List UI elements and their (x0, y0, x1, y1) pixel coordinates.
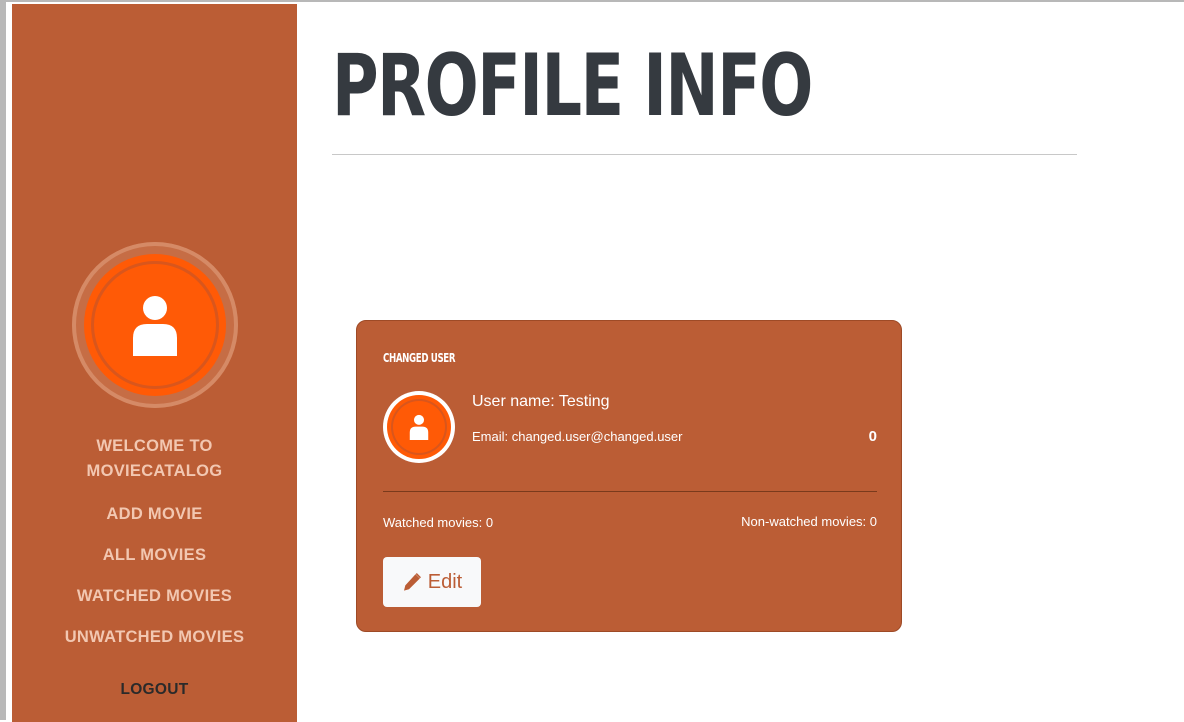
profile-avatar (383, 391, 455, 463)
sidebar-item-watched-movies[interactable]: WATCHED MOVIES (12, 584, 297, 609)
welcome-line-1: WELCOME TO (96, 437, 213, 455)
app-window: WELCOME TO MOVIECATALOG ADD MOVIE ALL MO… (0, 0, 1184, 722)
sidebar: WELCOME TO MOVIECATALOG ADD MOVIE ALL MO… (12, 4, 297, 722)
card-header: CHANGED USER (383, 351, 456, 365)
edit-button[interactable]: Edit (383, 557, 481, 607)
profile-card: CHANGED USER User name: Testing Email: c… (356, 320, 902, 632)
card-divider (383, 491, 877, 492)
sidebar-item-add-movie[interactable]: ADD MOVIE (12, 502, 297, 527)
sidebar-avatar (72, 242, 238, 408)
title-divider (332, 154, 1077, 155)
user-icon (409, 414, 429, 440)
user-icon (133, 296, 177, 356)
sidebar-item-unwatched-movies[interactable]: UNWATCHED MOVIES (12, 625, 297, 650)
sidebar-item-all-movies[interactable]: ALL MOVIES (12, 543, 297, 568)
movie-count: 0 (868, 428, 877, 445)
email-text: Email: changed.user@changed.user (472, 429, 683, 444)
sidebar-welcome-link[interactable]: WELCOME TO MOVIECATALOG (12, 434, 297, 484)
username-text: User name: Testing (472, 393, 610, 410)
non-watched-count: Non-watched movies: 0 (741, 514, 877, 529)
pencil-icon (403, 573, 421, 591)
welcome-line-2: MOVIECATALOG (86, 462, 223, 480)
edit-label: Edit (427, 570, 463, 593)
logout-link[interactable]: LOGOUT (12, 677, 297, 702)
page-title: PROFILE INFO (332, 36, 813, 136)
watched-count: Watched movies: 0 (383, 515, 494, 530)
